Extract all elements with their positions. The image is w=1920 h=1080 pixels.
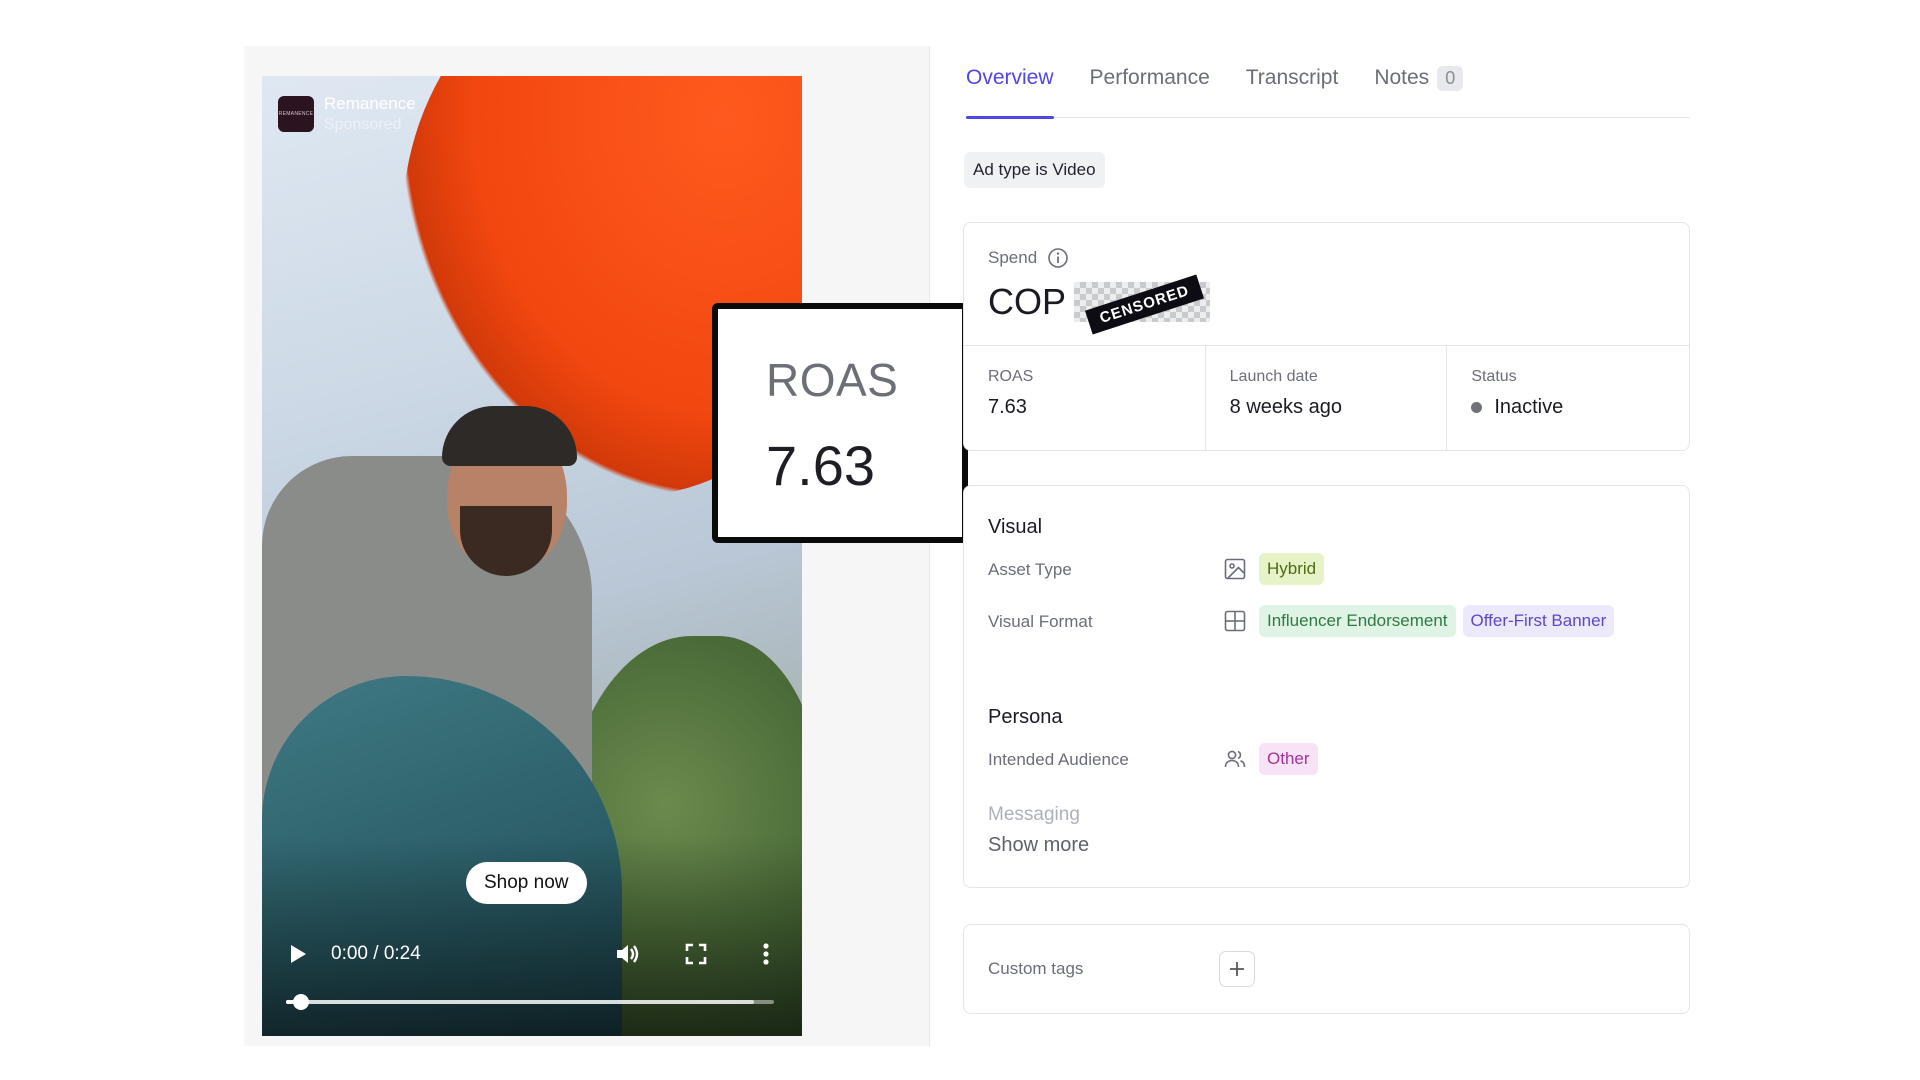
shop-now-button[interactable]: Shop now (466, 862, 587, 904)
metric-status-value: Inactive (1494, 396, 1564, 418)
custom-tags-label: Custom tags (988, 959, 1084, 978)
spend-card: Spend COP CENSORED ROAS 7.63 Launch date… (963, 222, 1690, 451)
tab-transcript[interactable]: Transcript (1246, 58, 1339, 118)
show-more-button[interactable]: Show more (988, 834, 1089, 857)
custom-tags-card: Custom tags (963, 924, 1690, 1014)
censored-stamp: CENSORED (1085, 274, 1205, 335)
play-icon[interactable] (284, 940, 312, 968)
spend-value: COP CENSORED (988, 274, 1211, 335)
tab-notes-label: Notes (1374, 66, 1430, 89)
fullscreen-icon[interactable] (682, 940, 710, 968)
visual-format-label: Visual Format (988, 612, 1093, 631)
tab-transcript-label: Transcript (1245, 66, 1339, 89)
brand-avatar: REMANENCE (278, 96, 314, 132)
tab-overview[interactable]: Overview (966, 58, 1054, 119)
messaging-label: Messaging (988, 804, 1080, 825)
info-icon[interactable] (1047, 247, 1069, 269)
add-tag-button[interactable] (1219, 951, 1255, 987)
seek-handle[interactable] (292, 994, 309, 1010)
volume-icon[interactable] (614, 940, 642, 968)
video-progress-track[interactable] (286, 994, 774, 1010)
metric-status: Status Inactive (1447, 346, 1689, 451)
tab-performance-label: Performance (1089, 66, 1210, 89)
brand-name: Remanence (324, 94, 416, 113)
ad-type-chip[interactable]: Ad type is Video (964, 152, 1105, 188)
tab-notes[interactable]: Notes 0 (1374, 58, 1464, 118)
tag-hybrid[interactable]: Hybrid (1259, 553, 1325, 585)
attributes-card: Visual Asset Type Hybrid Visual Format I… (963, 485, 1690, 888)
roas-highlight-card: ROAS 7.63 (712, 303, 968, 543)
spend-label: Spend (988, 248, 1038, 267)
tab-bar: Overview Performance Transcript Notes 0 (966, 58, 1690, 119)
video-controls: 0:00 / 0:24 (262, 934, 802, 974)
asset-type-tags: Hybrid (1259, 553, 1331, 585)
tab-overview-label: Overview (966, 66, 1054, 89)
spend-currency: COP (988, 281, 1067, 322)
time-display: 0:00 / 0:24 (331, 943, 421, 964)
metric-status-label: Status (1471, 368, 1517, 385)
metric-roas-value: 7.63 (988, 396, 1027, 418)
ad-brand-header: REMANENCE Remanence Sponsored (278, 94, 416, 134)
tag-influencer-endorsement[interactable]: Influencer Endorsement (1259, 605, 1456, 637)
layout-icon (1224, 610, 1246, 632)
more-options-icon[interactable] (752, 940, 780, 968)
status-dot-icon (1471, 402, 1483, 413)
visual-format-tags: Influencer Endorsement Offer-First Banne… (1259, 605, 1621, 637)
plus-icon (1230, 962, 1244, 976)
roas-highlight-value: 7.63 (766, 434, 875, 497)
video-player[interactable]: REMANENCE Remanence Sponsored Shop now 0… (262, 76, 802, 1036)
roas-highlight-label: ROAS (766, 354, 899, 406)
redacted-amount: CENSORED (1074, 274, 1211, 335)
metrics-row: ROAS 7.63 Launch date 8 weeks ago Status… (964, 345, 1689, 451)
metric-launch-value: 8 weeks ago (1229, 396, 1342, 418)
notes-count-badge: 0 (1437, 66, 1464, 91)
users-icon (1224, 750, 1246, 768)
audience-tags: Other (1259, 743, 1325, 775)
tag-offer-first-banner[interactable]: Offer-First Banner (1462, 605, 1615, 637)
visual-section-title: Visual (988, 516, 1043, 538)
asset-type-label: Asset Type (988, 560, 1072, 579)
metric-launch-label: Launch date (1229, 368, 1318, 385)
tag-other[interactable]: Other (1259, 743, 1318, 775)
metric-launch-date: Launch date 8 weeks ago (1206, 346, 1448, 451)
brand-avatar-text: REMANENCE (278, 111, 314, 117)
page: REMANENCE Remanence Sponsored Shop now 0… (0, 0, 1920, 1080)
metric-roas: ROAS 7.63 (964, 346, 1206, 451)
persona-section-title: Persona (988, 706, 1063, 728)
sponsored-label: Sponsored (324, 116, 402, 133)
tab-performance[interactable]: Performance (1090, 58, 1210, 118)
image-icon (1224, 558, 1246, 580)
buffered-bar (286, 1000, 755, 1004)
intended-audience-label: Intended Audience (988, 750, 1129, 769)
metric-roas-label: ROAS (988, 368, 1034, 385)
